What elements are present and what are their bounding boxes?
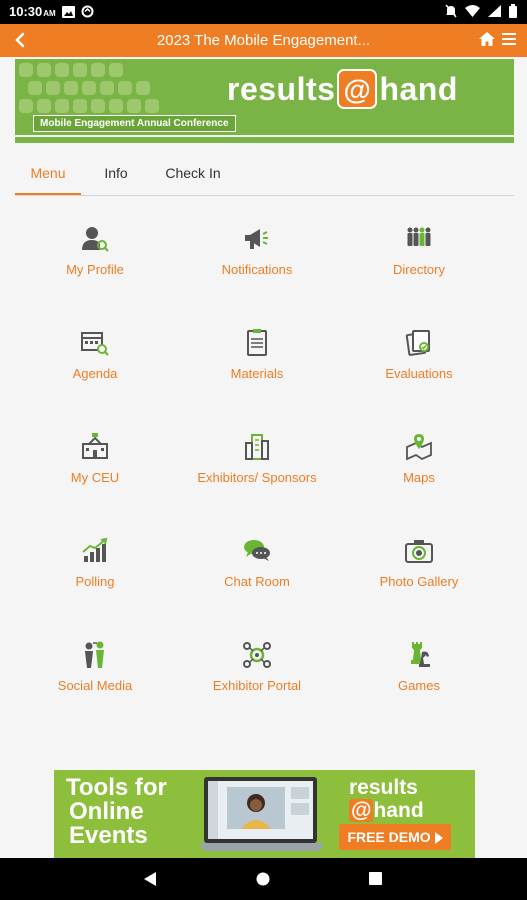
home-icon [479, 32, 495, 46]
menu-item-label: My Profile [66, 262, 124, 277]
mute-icon [445, 4, 457, 18]
back-button[interactable] [8, 28, 32, 52]
menu-item-directory[interactable]: Directory [339, 224, 499, 314]
battery-icon [509, 4, 517, 18]
menu-item-label: Photo Gallery [379, 574, 459, 589]
menu-item-label: Exhibitor Portal [212, 678, 302, 693]
signal-icon [488, 5, 501, 17]
menu-item-label: Materials [230, 366, 284, 381]
menu-item-label: Social Media [57, 678, 133, 693]
menu-item-exhibitors-sponsors[interactable]: Exhibitors/ Sponsors [177, 432, 337, 522]
menu-item-label: Notifications [221, 262, 293, 277]
menu-button[interactable] [499, 29, 519, 49]
ad-logo-hand-row: @hand [349, 799, 424, 822]
nav-back-icon[interactable] [144, 872, 158, 886]
logo-hand-text: hand [379, 70, 458, 107]
menu-item-games[interactable]: Games [339, 640, 499, 730]
ad-line-3: Events [69, 822, 148, 849]
chess-icon [411, 642, 430, 667]
menu-item-evaluations[interactable]: Evaluations [339, 328, 499, 418]
image-notification-icon [61, 5, 75, 18]
menu-item-label: Directory [392, 262, 445, 277]
chart-icon [82, 537, 108, 562]
menu-item-label: My CEU [70, 470, 120, 485]
tab-menu[interactable]: Menu [15, 165, 81, 195]
menu-item-label: Games [398, 678, 440, 693]
ad-logo-at: @ [349, 799, 374, 822]
chevron-left-icon [15, 32, 25, 48]
calendar-icon [81, 332, 109, 356]
status-ampm: AM [43, 8, 56, 18]
menu-item-agenda[interactable]: Agenda [15, 328, 175, 418]
data-saver-icon [81, 5, 94, 18]
ad-banner[interactable]: Tools for Online Events results @hand FR… [54, 770, 475, 858]
app-title: 2023 The Mobile Engagement... [156, 32, 371, 49]
menu-item-label: Maps [403, 470, 435, 485]
menu-item-notifications[interactable]: Notifications [177, 224, 337, 314]
logo-results-text: results [227, 70, 336, 107]
logo-at-symbol: @ [337, 69, 378, 109]
ad-logo-hand: hand [373, 799, 424, 822]
free-demo-label: FREE DEMO [347, 829, 431, 845]
ad-logo-results: results [349, 776, 418, 799]
results-at-hand-logo: results @ hand [227, 69, 458, 109]
system-nav-bar [0, 858, 527, 900]
menu-item-label: Chat Room [224, 574, 290, 589]
people-icon [407, 227, 431, 246]
menu-item-social-media[interactable]: Social Media [15, 640, 175, 730]
camera-icon [405, 540, 433, 563]
menu-item-exhibitor-portal[interactable]: Exhibitor Portal [177, 640, 337, 730]
tab-bar: Menu Info Check In [15, 160, 514, 196]
school-icon [82, 433, 108, 459]
laptop-image [199, 777, 324, 851]
ad-logo: results @hand [349, 776, 424, 822]
document-icon [247, 329, 267, 356]
hamburger-icon [502, 33, 516, 45]
menu-item-chat-room[interactable]: Chat Room [177, 536, 337, 626]
menu-item-my-ceu[interactable]: My CEU [15, 432, 175, 522]
profile-icon [82, 227, 109, 252]
megaphone-icon [245, 229, 268, 249]
chevron-right-icon [434, 832, 443, 845]
app-bar: 2023 The Mobile Engagement... [0, 24, 527, 57]
nav-recents-icon[interactable] [369, 872, 382, 885]
map-icon [406, 434, 432, 461]
menu-item-materials[interactable]: Materials [177, 328, 337, 418]
ad-line-1: Tools for [66, 774, 167, 801]
gears-icon [243, 642, 271, 668]
menu-item-label: Exhibitors/ Sponsors [197, 470, 317, 485]
social-icon [85, 641, 104, 668]
status-bar: 10:30 AM [0, 0, 527, 24]
buildings-icon [245, 434, 269, 460]
ad-headline: Tools for Online Events [66, 776, 167, 848]
menu-item-label: Evaluations [385, 366, 453, 381]
conference-banner: results @ hand Mobile Engagement Annual … [15, 59, 514, 143]
menu-item-label: Agenda [72, 366, 118, 381]
menu-item-maps[interactable]: Maps [339, 432, 499, 522]
menu-item-my-profile[interactable]: My Profile [15, 224, 175, 314]
free-demo-button[interactable]: FREE DEMO [339, 824, 451, 850]
tab-info[interactable]: Info [91, 165, 141, 193]
menu-item-photo-gallery[interactable]: Photo Gallery [339, 536, 499, 626]
tab-check-in[interactable]: Check In [155, 165, 231, 193]
banner-divider [15, 135, 514, 137]
menu-item-label: Polling [75, 574, 115, 589]
banner-subtitle: Mobile Engagement Annual Conference [33, 115, 236, 132]
wifi-icon [465, 5, 480, 17]
chat-icon [244, 540, 270, 561]
ad-line-2: Online [69, 798, 144, 825]
status-time: 10:30 [9, 4, 43, 19]
evaluation-icon [405, 330, 430, 356]
menu-item-polling[interactable]: Polling [15, 536, 175, 626]
home-button[interactable] [477, 29, 497, 49]
nav-home-icon[interactable] [256, 872, 270, 886]
